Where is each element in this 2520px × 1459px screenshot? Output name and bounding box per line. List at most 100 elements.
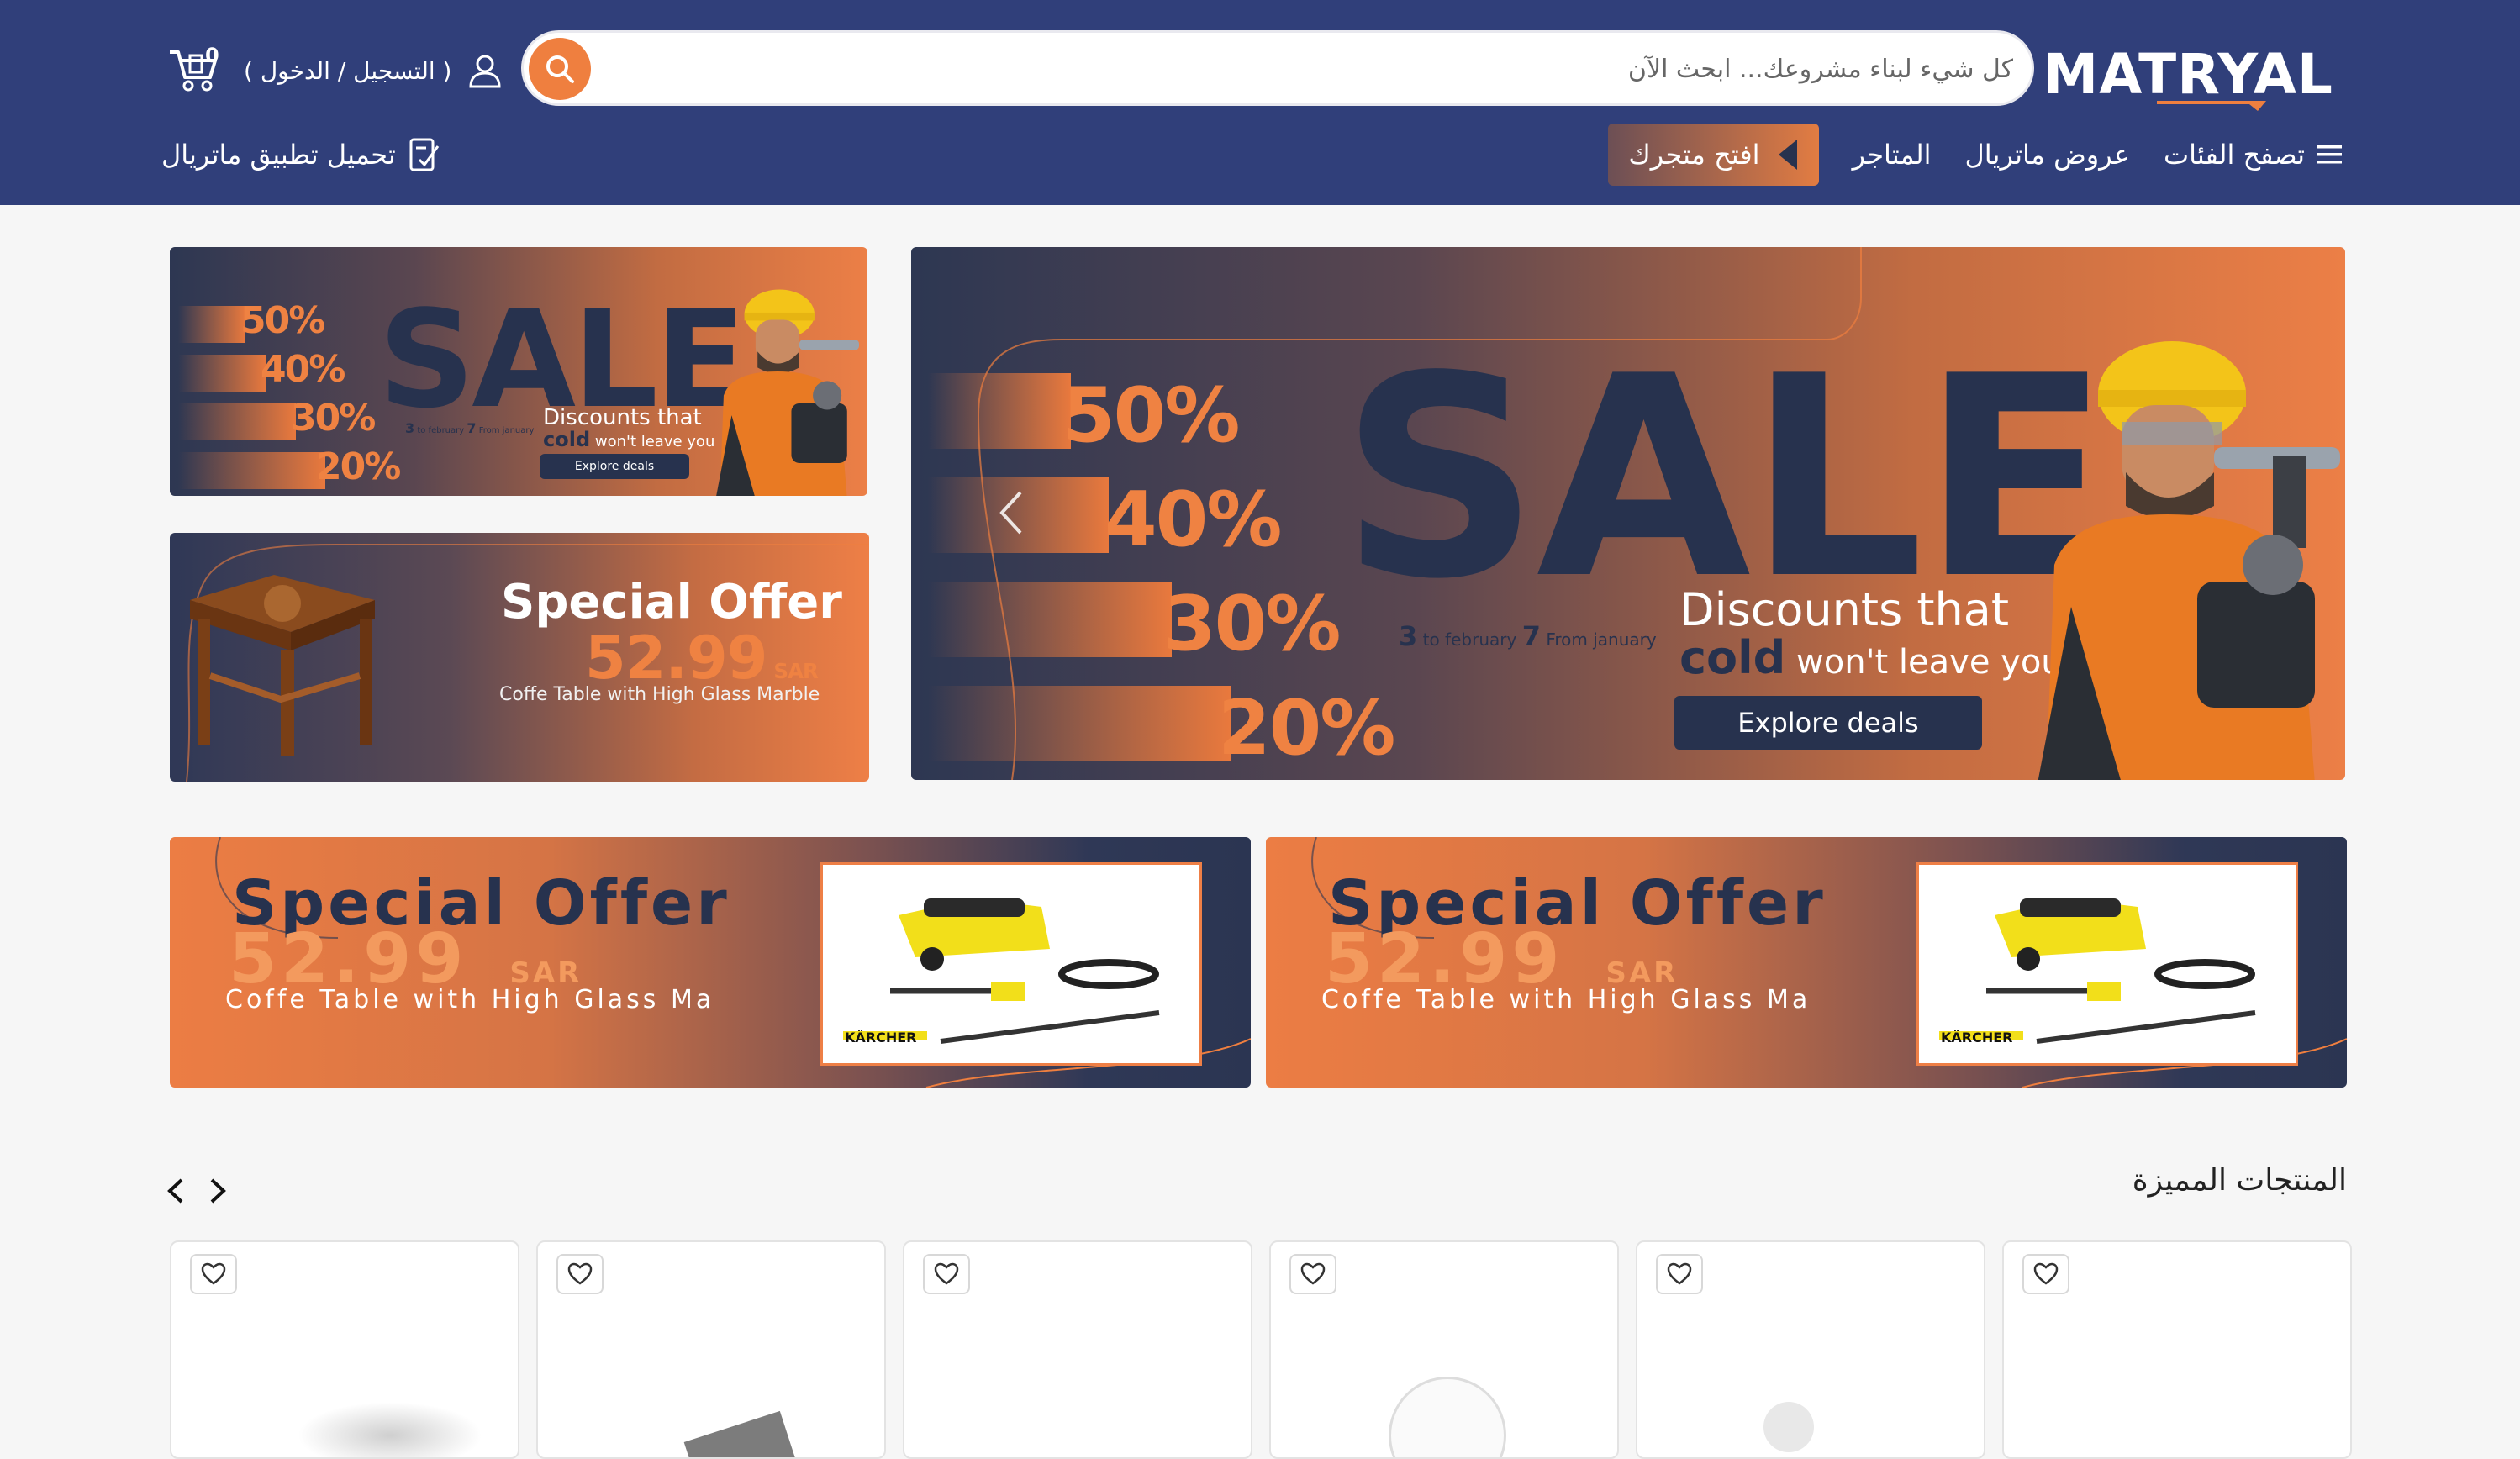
- heart-icon: [2033, 1262, 2059, 1285]
- hero-explore-label: Explore deals: [1737, 707, 1919, 739]
- download-app-link[interactable]: تحميل تطبيق ماتريال: [161, 131, 441, 178]
- wide-offer-1-brand: KÄRCHER: [845, 1030, 917, 1046]
- side-tagline-line1: Discounts that: [543, 405, 702, 430]
- featured-products-title: المنتجات المميزة: [2132, 1163, 2347, 1198]
- side-offer-description: Coffe Table with High Glass Marble: [499, 684, 820, 705]
- chevron-right-icon[interactable]: [207, 1177, 229, 1205]
- side-offer-banner[interactable]: Special Offer 52.99 SAR Coffe Table with …: [170, 533, 869, 782]
- cart-count-badge: 0: [205, 44, 219, 67]
- chevron-left-icon[interactable]: [165, 1177, 187, 1205]
- side-tagline-line2: won't leave you: [594, 433, 715, 451]
- login-register-link[interactable]: ( التسجيل / الدخول ): [244, 47, 503, 94]
- wide-offer-1-description: Coffe Table with High Glass Ma: [225, 985, 715, 1014]
- user-icon: [469, 55, 501, 88]
- hero-tagline-line1: Discounts that: [1679, 583, 2010, 636]
- side-sale-banner[interactable]: 50% 40% 30% 20% SALE 3 to february 7 Fro…: [170, 247, 867, 496]
- side-worker-image: [716, 289, 859, 496]
- search-button[interactable]: [529, 38, 591, 100]
- hero-date-end: 7: [1521, 620, 1541, 652]
- favorite-button[interactable]: [556, 1254, 604, 1294]
- product-image: [683, 1410, 796, 1457]
- favorite-button[interactable]: [1656, 1254, 1703, 1294]
- hero-explore-deals-button[interactable]: Explore deals: [1674, 696, 1982, 750]
- wide-offer-banner-2[interactable]: Special Offer 52.99 SAR Coffe Table with …: [1266, 837, 2347, 1088]
- product-image: [298, 1402, 482, 1457]
- nav-matryal-offers-label: عروض ماتريال: [1964, 139, 2130, 171]
- main-nav: تصفح الفئات عروض ماتريال المتاجر افتح مت…: [1608, 123, 2342, 187]
- product-card[interactable]: [1636, 1240, 1985, 1459]
- side-date-start-text: to february: [417, 426, 465, 435]
- site-header: MATRYAL ( التسجيل / الدخول ) 0: [0, 0, 2520, 205]
- featured-slider-nav: [165, 1177, 229, 1205]
- hero-tagline: Discounts that cold won't leave you: [1679, 583, 2063, 684]
- search-bar: [521, 30, 2034, 106]
- hero-prev-arrow-icon[interactable]: [995, 487, 1029, 538]
- favorite-button[interactable]: [923, 1254, 970, 1294]
- hero-pct-40: 40%: [1104, 476, 1282, 564]
- hero-cold-word: cold: [1679, 630, 1786, 684]
- logo-swoosh-icon: [2157, 101, 2266, 111]
- side-cold-word: cold: [543, 428, 591, 452]
- wide-offer-banner-1[interactable]: Special Offer 52.99 SAR Coffe Table with …: [170, 837, 1251, 1088]
- hero-pct-bar-3: [928, 582, 1172, 657]
- hero-pct-bar-1: [928, 373, 1071, 449]
- heart-icon: [934, 1262, 959, 1285]
- side-offer-price: 52.99 SAR: [585, 624, 819, 693]
- side-date-start: 3: [405, 420, 415, 436]
- product-card[interactable]: [170, 1240, 519, 1459]
- product-card[interactable]: [1269, 1240, 1619, 1459]
- side-pct-50: 50%: [240, 299, 325, 342]
- favorite-button[interactable]: [1289, 1254, 1336, 1294]
- product-card[interactable]: [2002, 1240, 2352, 1459]
- heart-icon: [201, 1262, 226, 1285]
- search-icon: [546, 55, 574, 83]
- side-pct-bar-3: [178, 403, 296, 440]
- nav-stores[interactable]: المتاجر: [1853, 139, 1932, 171]
- hero-date-end-text: From january: [1546, 629, 1657, 650]
- cart-button[interactable]: 0: [168, 44, 224, 92]
- side-pct-30: 30%: [291, 397, 376, 440]
- heart-icon: [567, 1262, 593, 1285]
- side-offer-currency: SAR: [773, 659, 818, 683]
- hero-pct-bar-4: [928, 686, 1231, 761]
- heart-icon: [1667, 1262, 1692, 1285]
- featured-product-cards: [170, 1240, 2352, 1459]
- hero-sale-word: SALE: [1340, 317, 2111, 640]
- hero-pct-20: 20%: [1218, 684, 1395, 772]
- app-download-icon: [409, 138, 440, 171]
- matryal-logo[interactable]: MATRYAL: [2043, 39, 2333, 114]
- open-store-button[interactable]: افتح متجرك: [1608, 124, 1819, 186]
- hero-pct-50: 50%: [1062, 371, 1240, 460]
- search-input[interactable]: [668, 45, 2013, 93]
- side-pct-bar-4: [178, 452, 325, 489]
- side-offer-price-value: 52.99: [585, 624, 767, 693]
- hero-date-start-text: to february: [1422, 629, 1517, 650]
- wide-offer-2-product: KÄRCHER: [1916, 862, 2298, 1066]
- favorite-button[interactable]: [2022, 1254, 2069, 1294]
- wide-offer-1-product: KÄRCHER: [820, 862, 1202, 1066]
- triangle-left-icon: [1778, 140, 1797, 170]
- side-pct-40: 40%: [261, 348, 345, 391]
- open-store-label: افتح متجرك: [1628, 139, 1760, 171]
- wide-offer-2-brand: KÄRCHER: [1941, 1030, 2013, 1046]
- side-explore-label: Explore deals: [574, 460, 655, 473]
- side-pct-bar-2: [178, 355, 266, 392]
- side-offer-title: Special Offer: [501, 575, 842, 629]
- nav-stores-label: المتاجر: [1852, 139, 1932, 171]
- heart-icon: [1300, 1262, 1326, 1285]
- side-tagline: Discounts that cold won't leave you: [543, 405, 715, 452]
- hero-dates: 3 to february 7 From january: [1399, 620, 1657, 652]
- side-explore-deals-button[interactable]: Explore deals: [540, 454, 689, 479]
- side-pct-20: 20%: [316, 445, 401, 488]
- side-pct-bar-1: [178, 306, 245, 343]
- wide-offer-2-description: Coffe Table with High Glass Ma: [1321, 985, 1811, 1014]
- product-image: [1763, 1402, 1814, 1452]
- side-date-end-text: From january: [478, 426, 535, 435]
- product-card[interactable]: [536, 1240, 886, 1459]
- side-dates: 3 to february 7 From january: [405, 420, 534, 436]
- nav-matryal-offers[interactable]: عروض ماتريال: [1965, 139, 2130, 171]
- favorite-button[interactable]: [190, 1254, 237, 1294]
- nav-browse-categories[interactable]: تصفح الفئات: [2164, 139, 2342, 171]
- product-card[interactable]: [903, 1240, 1252, 1459]
- hero-sale-banner[interactable]: 50% 40% 30% 20% SALE 3 to february 7 Fro…: [911, 247, 2345, 780]
